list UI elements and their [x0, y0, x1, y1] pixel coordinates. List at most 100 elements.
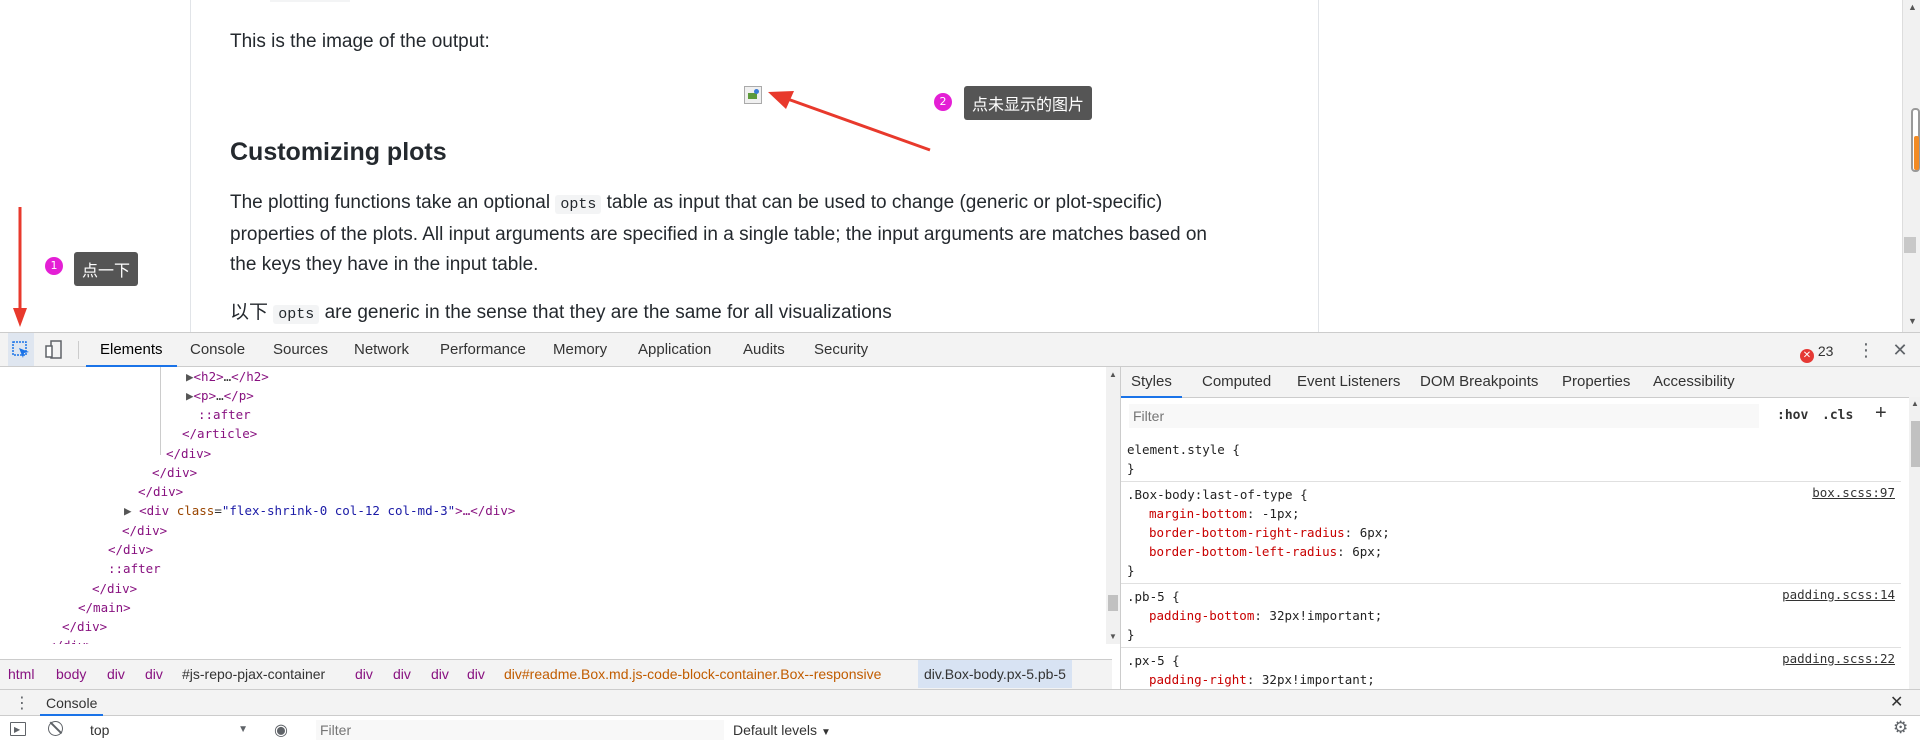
- expand-triangle-icon[interactable]: ▶: [186, 388, 194, 403]
- tree-line-close[interactable]: </div>: [92, 579, 137, 598]
- tab-dom-breakpoints[interactable]: DOM Breakpoints: [1420, 367, 1538, 398]
- style-rule[interactable]: .Box-body:last-of-type { box.scss:97 mar…: [1121, 482, 1901, 584]
- styles-filter-input[interactable]: [1129, 404, 1759, 428]
- devtools-tabbar: Elements Console Sources Network Perform…: [0, 332, 1920, 367]
- expand-triangle-icon[interactable]: ▶: [186, 369, 194, 384]
- web-page: This is the image of the output: Customi…: [0, 0, 1920, 332]
- tab-performance[interactable]: Performance: [440, 333, 526, 367]
- tree-line-p[interactable]: ▶<p>…</p>: [186, 386, 254, 405]
- expand-triangle-icon[interactable]: ▶: [124, 503, 139, 518]
- breadcrumb-item[interactable]: div: [355, 660, 373, 688]
- scroll-up-arrow-icon[interactable]: ▲: [1908, 2, 1917, 12]
- tab-accessibility[interactable]: Accessibility: [1653, 367, 1735, 398]
- breadcrumb-item[interactable]: div#readme.Box.md.js-code-block-containe…: [504, 660, 881, 688]
- tree-line-close[interactable]: </div>: [48, 636, 93, 644]
- log-levels-dropdown[interactable]: Default levels ▼: [733, 720, 831, 743]
- breadcrumb-item[interactable]: div: [431, 660, 449, 688]
- scroll-up-arrow-icon[interactable]: ▲: [1109, 370, 1117, 379]
- tree-line-close[interactable]: </div>: [122, 521, 167, 540]
- tab-security[interactable]: Security: [814, 333, 868, 367]
- tree-line-close[interactable]: </div>: [108, 540, 153, 559]
- elements-scrollbar[interactable]: ▲ ▼: [1106, 367, 1120, 644]
- sidebar-toggle-icon[interactable]: ▶: [10, 722, 26, 736]
- cls-toggle[interactable]: .cls: [1822, 408, 1853, 423]
- tree-line-h2[interactable]: ▶<h2>…</h2>: [186, 367, 269, 386]
- tab-styles[interactable]: Styles: [1121, 367, 1182, 398]
- tree-line-close[interactable]: </div>: [138, 482, 183, 501]
- settings-gear-icon[interactable]: ⚙: [1893, 718, 1908, 738]
- rule-close: }: [1127, 627, 1135, 642]
- scroll-up-arrow-icon[interactable]: ▲: [1911, 399, 1919, 408]
- breadcrumb-item[interactable]: div: [145, 660, 163, 688]
- rule-close: }: [1127, 563, 1135, 578]
- elements-tree[interactable]: ▶<h2>…</h2> ▶<p>…</p> ::after </article>…: [0, 367, 1112, 644]
- tab-properties[interactable]: Properties: [1562, 367, 1630, 398]
- clear-console-icon[interactable]: [48, 721, 63, 736]
- para1-line2: properties of the plots. All input argum…: [230, 224, 1207, 245]
- rule-selector: .pb-5 {: [1127, 589, 1180, 604]
- tree-line-close[interactable]: </main>: [78, 598, 131, 617]
- scrollbar-thumb[interactable]: [1108, 595, 1118, 611]
- tree-line-close[interactable]: </div>: [152, 463, 197, 482]
- tree-line-div-flex[interactable]: ▶ <div class="flex-shrink-0 col-12 col-m…: [124, 501, 515, 520]
- breadcrumb-item[interactable]: #js-repo-pjax-container: [182, 660, 325, 688]
- tab-elements[interactable]: Elements: [86, 333, 177, 367]
- tab-event-listeners[interactable]: Event Listeners: [1297, 367, 1400, 398]
- tree-line-after[interactable]: ::after: [198, 405, 251, 424]
- breadcrumb-item-selected[interactable]: div.Box-body.px-5.pb-5: [918, 660, 1072, 688]
- style-rule[interactable]: .pb-5 { padding.scss:14 padding-bottom: …: [1121, 584, 1901, 648]
- breadcrumb-item[interactable]: div: [393, 660, 411, 688]
- more-menu-icon[interactable]: ⋮: [1856, 333, 1876, 367]
- styles-scrollbar[interactable]: ▲: [1909, 397, 1920, 689]
- error-icon: ✕: [1800, 349, 1814, 363]
- inspect-element-icon[interactable]: [8, 333, 34, 366]
- section-heading: Customizing plots: [230, 138, 447, 166]
- context-selector[interactable]: top ▼: [78, 720, 254, 740]
- rule-close: }: [1127, 461, 1135, 476]
- close-devtools-icon[interactable]: ✕: [1888, 333, 1912, 367]
- styles-filter-row: :hov .cls +: [1129, 402, 1901, 430]
- tab-computed[interactable]: Computed: [1202, 367, 1271, 398]
- tab-console[interactable]: Console: [190, 333, 245, 367]
- tree-line-close[interactable]: </div>: [62, 617, 107, 636]
- breadcrumb-item[interactable]: html: [8, 660, 34, 688]
- style-property[interactable]: padding-right: 32px!important;: [1127, 670, 1895, 689]
- breadcrumb-item[interactable]: body: [56, 660, 86, 688]
- tab-network[interactable]: Network: [354, 333, 409, 367]
- tab-application[interactable]: Application: [638, 333, 711, 367]
- style-rule[interactable]: .px-5 { padding.scss:22 padding-right: 3…: [1121, 648, 1901, 689]
- style-property[interactable]: border-bottom-left-radius: 6px;: [1127, 542, 1895, 561]
- tree-guide-line: [160, 367, 161, 455]
- tab-memory[interactable]: Memory: [553, 333, 607, 367]
- hov-toggle[interactable]: :hov: [1777, 408, 1808, 423]
- style-property[interactable]: margin-bottom: -1px;: [1127, 504, 1895, 523]
- tree-line-after[interactable]: ::after: [108, 559, 161, 578]
- tab-audits[interactable]: Audits: [743, 333, 785, 367]
- style-property[interactable]: border-bottom-right-radius: 6px;: [1127, 523, 1895, 542]
- console-drawer: ⋮ Console ✕ ▶ top ▼ ◉ Default levels ▼ ⚙: [0, 689, 1920, 745]
- style-rule[interactable]: element.style { }: [1121, 437, 1901, 482]
- tree-line-close[interactable]: </div>: [166, 444, 211, 463]
- breadcrumb-item[interactable]: div: [467, 660, 485, 688]
- eye-icon[interactable]: ◉: [274, 720, 288, 740]
- rule-source-link[interactable]: padding.scss:22: [1782, 651, 1895, 666]
- style-property[interactable]: padding-bottom: 32px!important;: [1127, 606, 1895, 625]
- breadcrumb-item[interactable]: div: [107, 660, 125, 688]
- close-drawer-icon[interactable]: ✕: [1890, 692, 1903, 712]
- rule-source-link[interactable]: padding.scss:14: [1782, 587, 1895, 602]
- rule-source-link[interactable]: box.scss:97: [1812, 485, 1895, 500]
- page-scrollbar[interactable]: ▲ ▼: [1902, 0, 1920, 332]
- tab-sources[interactable]: Sources: [273, 333, 328, 367]
- drawer-title[interactable]: Console: [40, 690, 104, 716]
- console-toolbar: ▶ top ▼ ◉ Default levels ▼ ⚙: [0, 716, 1920, 745]
- scroll-down-arrow-icon[interactable]: ▼: [1908, 316, 1917, 326]
- rule-selector: .px-5 {: [1127, 653, 1180, 668]
- drawer-menu-icon[interactable]: ⋮: [14, 693, 30, 713]
- error-counter[interactable]: ✕ 23: [1800, 342, 1833, 363]
- para1-text-a: The plotting functions take an optional: [230, 192, 556, 213]
- tree-line-close[interactable]: </article>: [182, 424, 257, 443]
- scrollbar-thumb[interactable]: [1911, 421, 1920, 467]
- console-filter-input[interactable]: [316, 720, 724, 740]
- scroll-down-arrow-icon[interactable]: ▼: [1109, 632, 1117, 641]
- new-rule-plus-icon[interactable]: +: [1875, 402, 1887, 425]
